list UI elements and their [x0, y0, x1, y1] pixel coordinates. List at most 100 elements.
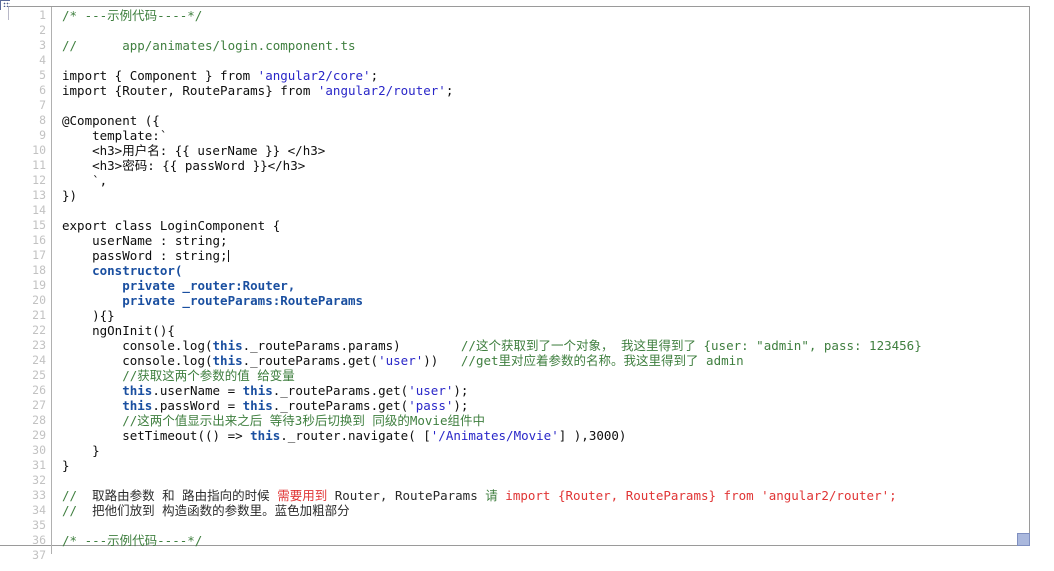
code-token-kw: private _router:Router, [122, 278, 296, 293]
code-line[interactable] [62, 98, 1028, 113]
line-number: 31 [32, 458, 46, 472]
code-line[interactable] [62, 23, 1028, 38]
code-token-cmt: /* ---示例代码----*/ [62, 533, 203, 548]
code-token-cmt: //获取这两个参数的值 给变量 [122, 368, 295, 383]
line-number-gutter: 1 2 3 4 5 6 7 8 9 10 11 12 13 14 15 16 17 18 19 20 21 22 23 24 2… [10, 8, 50, 562]
line-number: 10 [32, 143, 46, 157]
line-number: 19 [32, 278, 46, 292]
code-token-plain: <h3>密码: {{ passWord }}</h3> [62, 158, 306, 173]
code-line[interactable]: ngOnInit(){ [62, 323, 1028, 338]
code-line[interactable]: export class LoginComponent { [62, 218, 1028, 233]
line-number: 32 [32, 473, 46, 487]
code-line[interactable]: setTimeout(() => this._router.navigate( … [62, 428, 1028, 443]
line-number: 15 [32, 218, 46, 232]
code-line[interactable]: import { Component } from 'angular2/core… [62, 68, 1028, 83]
code-line[interactable]: console.log(this._routeParams.get('user'… [62, 353, 1028, 368]
window-frame-right-border [1029, 6, 1030, 546]
line-number: 5 [39, 68, 46, 82]
code-token-cmt: // [62, 503, 78, 518]
code-line[interactable]: userName : string; [62, 233, 1028, 248]
line-number: 7 [39, 98, 46, 112]
code-token-plain: setTimeout(() => [62, 428, 251, 443]
line-number: 4 [39, 53, 46, 67]
code-line[interactable]: // 取路由参数 和 路由指向的时候 需要用到 Router, RoutePar… [62, 488, 1028, 503]
code-token-plain: userName : string; [62, 233, 228, 248]
code-line[interactable]: ){} [62, 308, 1028, 323]
code-line[interactable] [62, 548, 1028, 556]
line-number: 33 [32, 488, 46, 502]
code-token-plain: ] ),3000) [558, 428, 627, 443]
line-number: 18 [32, 263, 46, 277]
code-line[interactable]: <h3>密码: {{ passWord }}</h3> [62, 158, 1028, 173]
code-token-kw: this [242, 383, 273, 398]
code-line[interactable]: <h3>用户名: {{ userName }} </h3> [62, 143, 1028, 158]
code-line[interactable]: /* ---示例代码----*/ [62, 8, 1028, 23]
code-line[interactable]: private _routeParams:RouteParams [62, 293, 1028, 308]
code-line[interactable]: this.passWord = this._routeParams.get('p… [62, 398, 1028, 413]
code-line[interactable]: @Component ({ [62, 113, 1028, 128]
resize-handle[interactable] [1017, 533, 1030, 546]
corner-dots-icon [3, 2, 10, 7]
code-line[interactable]: }) [62, 188, 1028, 203]
code-token-plain: ._routeParams.get( [242, 353, 379, 368]
code-line[interactable]: this.userName = this._routeParams.get('u… [62, 383, 1028, 398]
line-number: 12 [32, 173, 46, 187]
code-editor-window: 1 2 3 4 5 6 7 8 9 10 11 12 13 14 15 16 17 18 19 20 21 22 23 24 2… [0, 0, 1054, 571]
line-number: 16 [32, 233, 46, 247]
code-line[interactable] [62, 518, 1028, 533]
code-token-plain: ); [453, 398, 469, 413]
line-number: 13 [32, 188, 46, 202]
line-number: 35 [32, 518, 46, 532]
code-line[interactable]: template:` [62, 128, 1028, 143]
line-number: 11 [32, 158, 46, 172]
code-line[interactable] [62, 203, 1028, 218]
code-token-plain: }) [62, 188, 78, 203]
code-token-str: 'angular2/router' [317, 83, 446, 98]
code-line[interactable]: //这两个值显示出来之后 等待3秒后切换到 同级的Movie组件中 [62, 413, 1028, 428]
code-token-dark: 取路由参数 和 路由指向的时候 [77, 488, 278, 503]
line-number: 37 [32, 548, 46, 562]
code-line[interactable]: private _router:Router, [62, 278, 1028, 293]
code-line[interactable]: // app/animates/login.component.ts [62, 38, 1028, 53]
code-line[interactable]: constructor( [62, 263, 1028, 278]
code-token-dark: 把他们放到 构造函数的参数里。蓝色加粗部分 [77, 503, 350, 518]
code-token-cmt: //get里对应着参数的名称。我这里得到了 admin [460, 353, 744, 368]
code-line[interactable]: } [62, 443, 1028, 458]
code-token-plain: @Component ({ [62, 113, 160, 128]
code-token-plain: <h3>用户名: {{ userName }} </h3> [62, 143, 326, 158]
code-token-plain: } [62, 458, 70, 473]
code-line[interactable]: // 把他们放到 构造函数的参数里。蓝色加粗部分 [62, 503, 1028, 518]
line-number: 1 [39, 8, 46, 22]
line-number: 27 [32, 398, 46, 412]
code-token-plain: ; [370, 68, 379, 83]
gutter-separator [51, 7, 52, 554]
code-token-str: 'user' [378, 353, 424, 368]
code-token-plain: `, [62, 173, 108, 188]
code-line[interactable]: import {Router, RouteParams} from 'angul… [62, 83, 1028, 98]
code-line[interactable]: `, [62, 173, 1028, 188]
code-content-area[interactable]: /* ---示例代码----*/ // app/animates/login.c… [62, 8, 1028, 556]
line-number: 9 [39, 128, 46, 142]
code-token-plain: template:` [62, 128, 168, 143]
code-token-str: 'angular2/core' [257, 68, 371, 83]
line-number: 6 [39, 83, 46, 97]
code-token-cmt: //这个获取到了一个对象， 我这里得到了 {user: "admin", pas… [460, 338, 922, 353]
code-line[interactable] [62, 53, 1028, 68]
code-line[interactable] [62, 473, 1028, 488]
code-token-kw: private _routeParams:RouteParams [122, 293, 364, 308]
code-line[interactable]: console.log(this._routeParams.params) //… [62, 338, 1028, 353]
code-line[interactable]: } [62, 458, 1028, 473]
code-token-plain: ; [445, 83, 454, 98]
code-line[interactable]: passWord : string; [62, 248, 1028, 263]
line-number: 29 [32, 428, 46, 442]
code-line[interactable]: /* ---示例代码----*/ [62, 533, 1028, 548]
code-line[interactable]: //获取这两个参数的值 给变量 [62, 368, 1028, 383]
code-token-kw: this [122, 398, 153, 413]
code-token-plain: } [62, 443, 100, 458]
